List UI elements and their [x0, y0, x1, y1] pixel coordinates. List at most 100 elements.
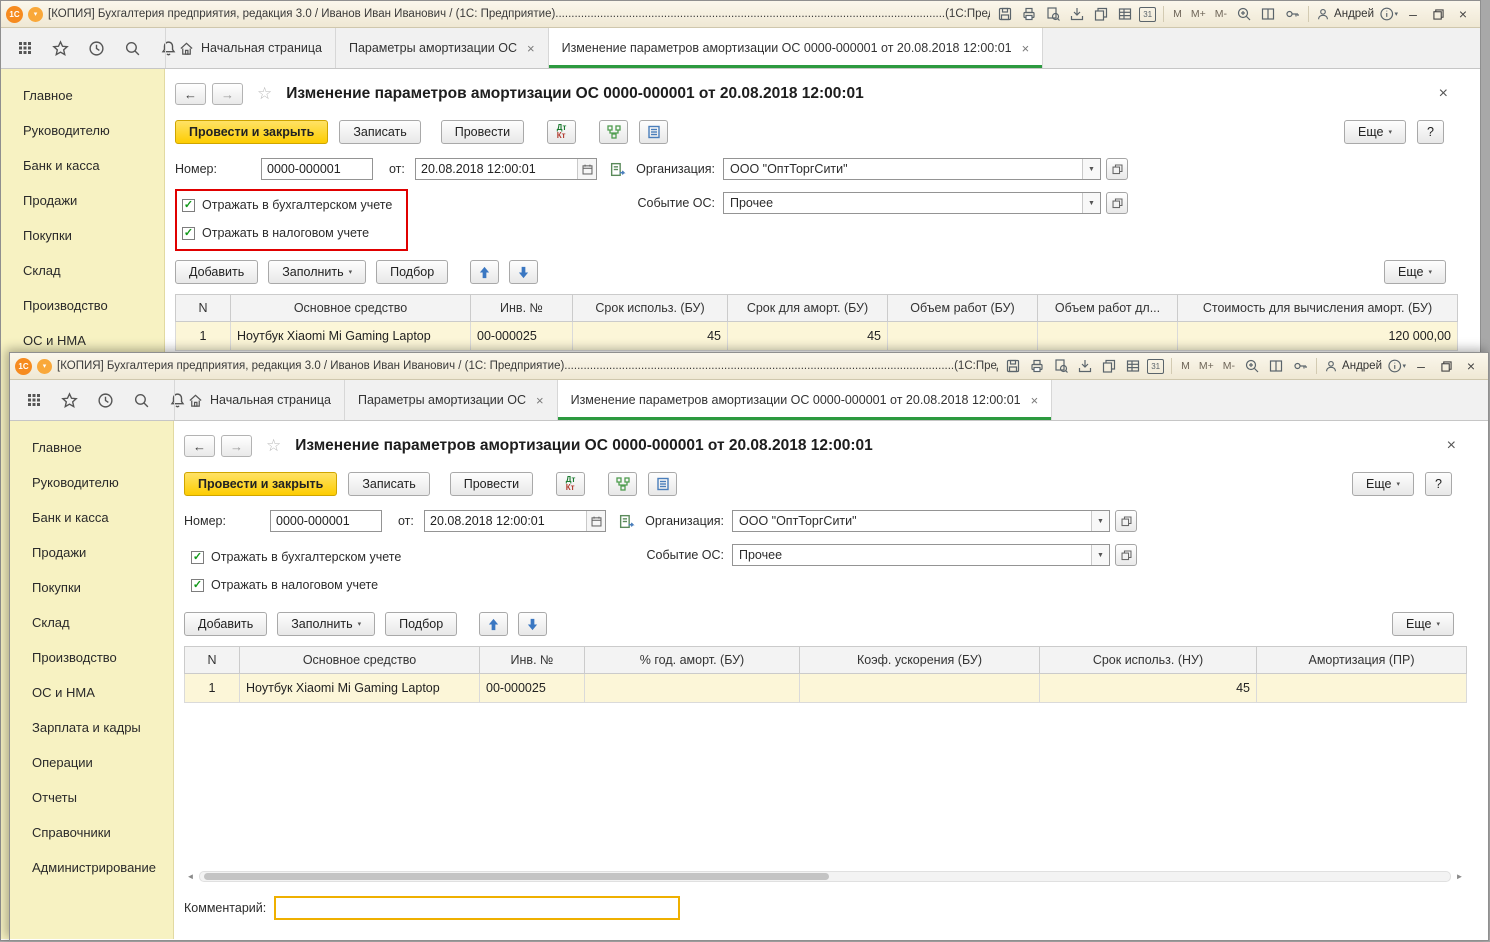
col-inv[interactable]: Инв. № — [470, 294, 573, 322]
sidebar-item-pokupki[interactable]: Покупки — [10, 570, 173, 605]
cell-amort-pr[interactable] — [1256, 673, 1467, 703]
checkbox-checked-icon[interactable]: ✓ — [182, 226, 195, 240]
col-inv[interactable]: Инв. № — [479, 646, 585, 674]
zoom-icon[interactable] — [1234, 5, 1253, 24]
form-close-icon[interactable]: × — [1447, 437, 1456, 455]
tab-close-icon[interactable]: × — [1022, 41, 1030, 56]
sidebar-item-glavnoe[interactable]: Главное — [1, 78, 164, 113]
document-links-icon[interactable] — [606, 158, 628, 180]
cell-n[interactable]: 1 — [184, 673, 240, 703]
more-button[interactable]: Еще ▾ — [1344, 120, 1406, 144]
more-button[interactable]: Еще ▾ — [1352, 472, 1414, 496]
move-row-down-button[interactable] — [509, 260, 539, 284]
split-panel-icon[interactable] — [1258, 5, 1277, 24]
forward-button[interactable]: → — [212, 83, 243, 105]
fill-button[interactable]: Заполнить ▾ — [277, 612, 376, 636]
table-row[interactable]: 1 Ноутбук Xiaomi Mi Gaming Laptop 00-000… — [175, 321, 1458, 351]
post-button[interactable]: Провести — [449, 472, 534, 496]
favorite-star-icon[interactable]: ☆ — [266, 436, 281, 456]
calendar-icon[interactable]: 31 — [1139, 6, 1157, 22]
checkbox-checked-icon[interactable]: ✓ — [191, 550, 204, 564]
fill-button[interactable]: Заполнить ▾ — [268, 260, 367, 284]
related-documents-button[interactable] — [639, 120, 669, 144]
help-button[interactable]: ? — [1417, 120, 1444, 144]
document-structure-button[interactable] — [599, 120, 629, 144]
tab-change-params[interactable]: Изменение параметров амортизации ОС 0000… — [557, 380, 1053, 420]
sidebar-item-rukovoditelyu[interactable]: Руководителю — [1, 113, 164, 148]
event-combo[interactable]: Прочее ▼ — [732, 544, 1110, 566]
info-icon[interactable]: ▾ — [1379, 5, 1398, 24]
checkbox-checked-icon[interactable]: ✓ — [182, 198, 195, 212]
maximize-button[interactable] — [1428, 5, 1448, 24]
cell-percent-year[interactable] — [584, 673, 800, 703]
pick-button[interactable]: Подбор — [385, 612, 458, 636]
col-amort-pr[interactable]: Амортизация (ПР) — [1256, 646, 1467, 674]
col-term-amort-bu[interactable]: Срок для аморт. (БУ) — [727, 294, 888, 322]
document-links-icon[interactable] — [615, 510, 637, 532]
sidebar-item-os-nma[interactable]: ОС и НМА — [10, 675, 173, 710]
move-row-up-button[interactable] — [470, 260, 500, 284]
post-button[interactable]: Провести — [440, 120, 525, 144]
table-row[interactable]: 1 Ноутбук Xiaomi Mi Gaming Laptop 00-000… — [184, 673, 1467, 703]
date-field[interactable] — [424, 510, 606, 532]
user-button[interactable]: Андрей — [1316, 7, 1374, 21]
col-n[interactable]: N — [175, 294, 231, 322]
calendar-icon[interactable]: 31 — [1147, 358, 1165, 374]
print-icon[interactable] — [1027, 357, 1046, 376]
sidebar-item-glavnoe[interactable]: Главное — [10, 430, 173, 465]
col-asset[interactable]: Основное средство — [239, 646, 480, 674]
organization-combo[interactable]: ООО "ОптТоргСити" ▼ — [723, 158, 1101, 180]
organization-open-button[interactable] — [1115, 510, 1137, 532]
info-icon[interactable]: ▾ — [1387, 357, 1406, 376]
sidebar-item-prodazhi[interactable]: Продажи — [1, 183, 164, 218]
split-panel-icon[interactable] — [1266, 357, 1285, 376]
favorites-star-icon[interactable] — [60, 391, 79, 410]
combo-arrow-icon[interactable]: ▼ — [1091, 511, 1109, 531]
sidebar-item-pokupki[interactable]: Покупки — [1, 218, 164, 253]
back-button[interactable]: ← — [184, 435, 215, 457]
tab-close-icon[interactable]: × — [527, 41, 535, 56]
calendar-picker-icon[interactable] — [577, 159, 596, 179]
dtkt-button[interactable]: Дт Кт — [547, 120, 577, 144]
col-term-bu[interactable]: Срок использ. (БУ) — [572, 294, 728, 322]
sidebar-item-administrirovanie[interactable]: Администрирование — [10, 850, 173, 885]
number-input[interactable] — [270, 510, 382, 532]
save-icon[interactable] — [995, 5, 1014, 24]
m-button[interactable]: M — [1179, 360, 1192, 372]
tab-depreciation-params[interactable]: Параметры амортизации ОС × — [345, 380, 558, 420]
service-key-icon[interactable] — [1282, 5, 1301, 24]
cell-n[interactable]: 1 — [175, 321, 231, 351]
sidebar-item-zarplata[interactable]: Зарплата и кадры — [10, 710, 173, 745]
table-more-button[interactable]: Еще ▾ — [1392, 612, 1454, 636]
checkbox-accounting[interactable]: ✓ Отражать в бухгалтерском учете — [191, 549, 401, 565]
copy-icon[interactable] — [1099, 357, 1118, 376]
tab-home[interactable]: Начальная страница — [174, 380, 345, 420]
table-icon[interactable] — [1123, 357, 1142, 376]
m-plus-button[interactable]: M+ — [1189, 8, 1208, 20]
scroll-left-icon[interactable]: ◄ — [184, 871, 197, 882]
maximize-button[interactable] — [1436, 357, 1456, 376]
cell-volume-dl[interactable] — [1037, 321, 1178, 351]
main-menu-icon[interactable]: ▾ — [37, 358, 52, 374]
print-icon[interactable] — [1019, 5, 1038, 24]
back-button[interactable]: ← — [175, 83, 206, 105]
col-cost[interactable]: Стоимость для вычисления аморт. (БУ) — [1177, 294, 1458, 322]
cell-asset[interactable]: Ноутбук Xiaomi Mi Gaming Laptop — [239, 673, 480, 703]
import-icon[interactable] — [1075, 357, 1094, 376]
close-button[interactable]: × — [1461, 357, 1481, 376]
checkbox-checked-icon[interactable]: ✓ — [191, 578, 204, 592]
tab-close-icon[interactable]: × — [536, 393, 544, 408]
sidebar-item-prodazhi[interactable]: Продажи — [10, 535, 173, 570]
history-icon[interactable] — [87, 39, 106, 58]
sidebar-item-otchety[interactable]: Отчеты — [10, 780, 173, 815]
date-input[interactable] — [425, 514, 586, 528]
copy-icon[interactable] — [1091, 5, 1110, 24]
sidebar-item-sklad[interactable]: Склад — [10, 605, 173, 640]
sidebar-item-bank[interactable]: Банк и касса — [1, 148, 164, 183]
col-volume-dl[interactable]: Объем работ дл... — [1037, 294, 1178, 322]
checkbox-tax[interactable]: ✓ Отражать в налоговом учете — [182, 225, 369, 241]
close-button[interactable]: × — [1453, 5, 1473, 24]
scroll-right-icon[interactable]: ► — [1453, 871, 1466, 882]
sidebar-item-sklad[interactable]: Склад — [1, 253, 164, 288]
search-icon[interactable] — [123, 39, 142, 58]
